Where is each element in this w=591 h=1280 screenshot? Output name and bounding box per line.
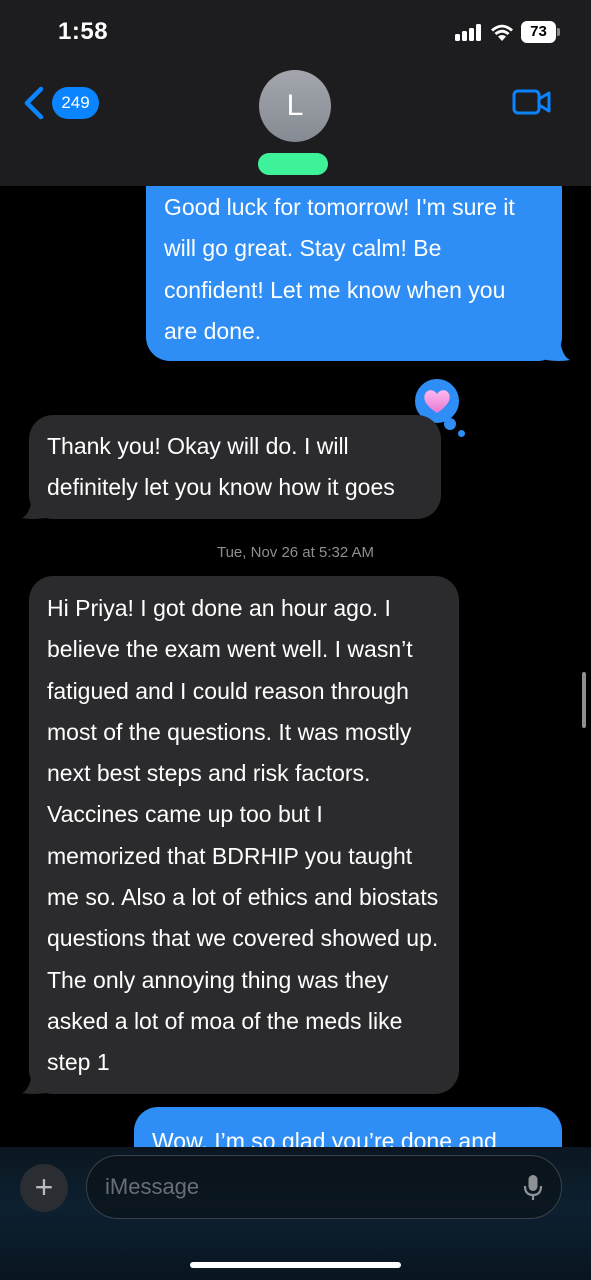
tapback-dot	[458, 430, 465, 437]
back-chevron-icon[interactable]	[22, 86, 46, 120]
microphone-icon[interactable]	[523, 1174, 543, 1202]
sent-bubble-tail	[546, 340, 570, 361]
message-input-placeholder: iMessage	[105, 1174, 200, 1199]
message-timestamp: Tue, Nov 26 at 5:32 AM	[216, 544, 375, 561]
received-bubble-tail	[22, 1073, 46, 1094]
message-text: Thank you! Okay will do. I will definite…	[47, 433, 395, 501]
received-bubble-tail	[22, 498, 46, 519]
message-text: Hi Priya! I got done an hour ago. I beli…	[47, 595, 439, 1076]
message-text: Good luck for tomorrow! I'm sure it will…	[164, 194, 515, 344]
contact-name-redaction[interactable]	[258, 153, 328, 175]
facetime-video-icon[interactable]	[512, 88, 552, 116]
message-input[interactable]: iMessage	[86, 1155, 562, 1219]
battery-icon: 73	[521, 21, 561, 43]
status-bar: 1:58 73	[0, 0, 591, 66]
sent-message-bubble[interactable]: Wow, I’m so glad you’re done and	[134, 1107, 562, 1150]
composer-bar: + iMessage	[0, 1147, 591, 1280]
status-time: 1:58	[58, 18, 109, 45]
wifi-icon	[491, 24, 513, 41]
scroll-indicator[interactable]	[582, 672, 586, 728]
received-message-bubble[interactable]: Hi Priya! I got done an hour ago. I beli…	[29, 576, 459, 1094]
contact-avatar[interactable]: L	[259, 70, 331, 142]
tapback-dot	[444, 418, 456, 430]
cellular-signal-icon	[455, 24, 483, 41]
unread-count-badge[interactable]: 249	[52, 87, 99, 119]
add-attachment-button[interactable]: +	[20, 1164, 68, 1212]
conversation-header: 1:58 73 249 L	[0, 0, 591, 186]
sent-message-bubble[interactable]: Good luck for tomorrow! I'm sure it will…	[146, 166, 562, 361]
received-message-bubble[interactable]: Thank you! Okay will do. I will definite…	[29, 415, 441, 519]
battery-level: 73	[521, 21, 556, 43]
home-indicator[interactable]	[190, 1262, 401, 1268]
